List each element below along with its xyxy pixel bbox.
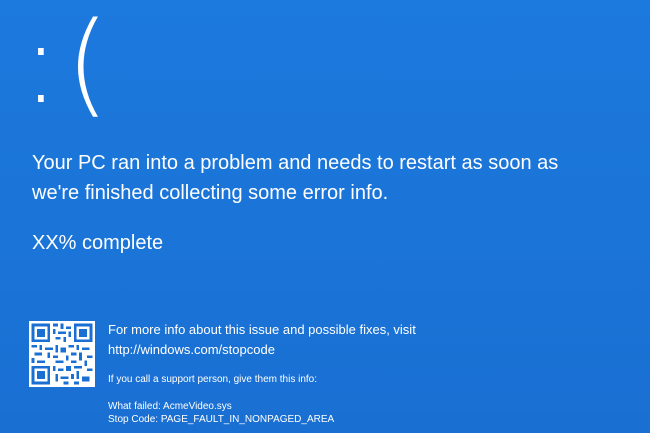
headline-line-1: Your PC ran into a problem and needs to … [32,152,559,174]
error-headline: Your PC ran into a problem and needs to … [32,148,632,208]
what-failed-text: What failed: AcmeVideo.sys [108,401,232,412]
error-details: What failed: AcmeVideo.sys Stop Code: PA… [108,400,628,426]
stopcode-info: For more info about this issue and possi… [108,320,628,426]
more-info-text: For more info about this issue and possi… [108,322,416,337]
bsod-screen: :( Your PC ran into a problem and needs … [0,0,650,433]
qr-code-graphic [29,321,95,387]
support-instructions: If you call a support person, give them … [108,374,317,385]
qr-code-icon [29,321,95,387]
progress-text: XX% complete [32,232,164,254]
sad-face-icon: :( [22,0,116,129]
stopcode-link: http://windows.com/stopcode [108,342,275,357]
headline-line-2: we're finished collecting some error inf… [32,182,389,204]
stop-code-text: Stop Code: PAGE_FAULT_IN_NONPAGED_AREA [108,414,335,425]
